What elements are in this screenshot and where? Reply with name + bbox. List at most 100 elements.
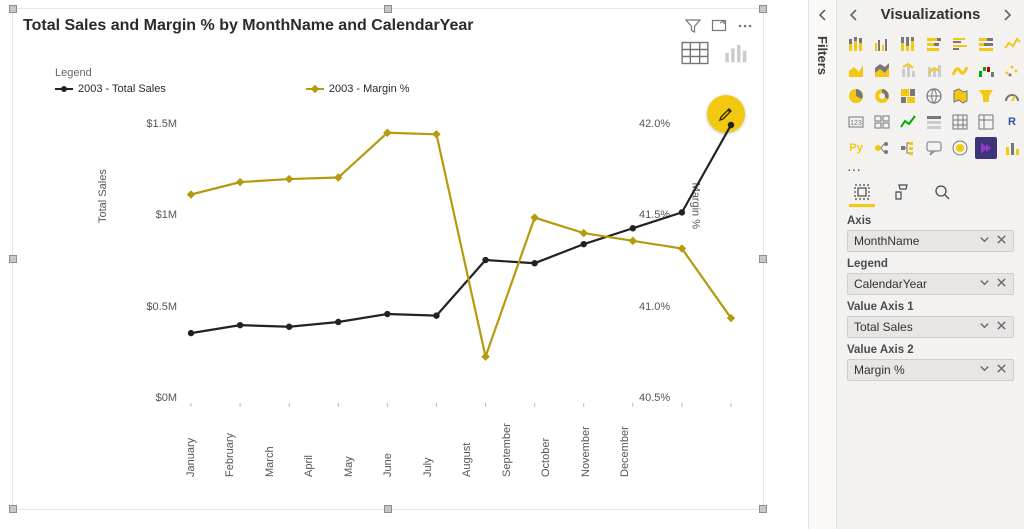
data-point[interactable] (286, 324, 292, 330)
data-point[interactable] (530, 213, 538, 221)
data-point[interactable] (188, 330, 194, 336)
expand-filters-icon[interactable] (816, 8, 830, 22)
x-tick: June (382, 465, 394, 477)
viz-type-slicer[interactable] (923, 111, 945, 133)
analytics-tab[interactable] (931, 181, 953, 203)
viz-type-hbars-stacked[interactable] (923, 33, 945, 55)
legend-entry[interactable]: 2003 - Margin % (306, 83, 410, 95)
chart-visual-frame[interactable]: Total Sales and Margin % by MonthName an… (12, 8, 764, 510)
well-value: MonthName (854, 234, 919, 248)
remove-field-icon[interactable] (996, 320, 1007, 334)
viz-type-py[interactable]: Py (845, 137, 867, 159)
viz-type-card[interactable]: 123 (845, 111, 867, 133)
data-point[interactable] (581, 241, 587, 247)
viz-type-tree[interactable] (897, 85, 919, 107)
viz-type-kpi[interactable] (897, 111, 919, 133)
resize-handle[interactable] (759, 505, 767, 513)
data-point[interactable] (335, 319, 341, 325)
data-point[interactable] (579, 229, 587, 237)
data-point[interactable] (433, 312, 439, 318)
data-point[interactable] (629, 237, 637, 245)
data-point[interactable] (481, 352, 489, 360)
resize-handle[interactable] (9, 255, 17, 263)
filters-pane-collapsed[interactable]: Filters (808, 0, 836, 529)
chart-title: Total Sales and Margin % by MonthName an… (23, 17, 473, 35)
format-tab[interactable] (891, 181, 913, 203)
chevron-left-icon[interactable] (847, 8, 861, 22)
well-value-axis-1[interactable]: Total Sales (847, 316, 1014, 338)
more-visuals-icon[interactable]: ··· (837, 161, 1024, 179)
resize-handle[interactable] (759, 255, 767, 263)
viz-type-filled-map[interactable] (949, 85, 971, 107)
resize-handle[interactable] (384, 505, 392, 513)
data-point[interactable] (236, 178, 244, 186)
viz-type-gauge[interactable] (1001, 85, 1023, 107)
chevron-down-icon[interactable] (979, 277, 990, 291)
viz-type-matrix[interactable] (975, 111, 997, 133)
table-view-icon[interactable] (681, 41, 709, 65)
viz-type-pie[interactable] (845, 85, 867, 107)
viz-type-waterfall[interactable] (975, 59, 997, 81)
viz-type-area[interactable] (845, 59, 867, 81)
data-point[interactable] (728, 122, 734, 128)
resize-handle[interactable] (9, 505, 17, 513)
data-point[interactable] (482, 257, 488, 263)
y-left-tick: $0.5M (146, 302, 177, 313)
chevron-down-icon[interactable] (979, 363, 990, 377)
x-tick: December (619, 465, 631, 477)
data-point[interactable] (432, 130, 440, 138)
well-value-axis-2[interactable]: Margin % (847, 359, 1014, 381)
viz-type-line[interactable] (1001, 33, 1023, 55)
remove-field-icon[interactable] (996, 234, 1007, 248)
x-tick: September (501, 465, 513, 477)
viz-type-decomp[interactable] (897, 137, 919, 159)
viz-type-area-stacked[interactable] (871, 59, 893, 81)
chevron-down-icon[interactable] (979, 320, 990, 334)
remove-field-icon[interactable] (996, 363, 1007, 377)
viz-type-combo2[interactable] (923, 59, 945, 81)
data-point[interactable] (237, 322, 243, 328)
resize-handle[interactable] (759, 5, 767, 13)
chevron-right-icon[interactable] (1000, 8, 1014, 22)
well-legend[interactable]: CalendarYear (847, 273, 1014, 295)
viz-type-qa[interactable] (923, 137, 945, 159)
viz-type-r[interactable]: R (1001, 111, 1023, 133)
data-point[interactable] (531, 260, 537, 266)
viz-type-bars-stacked[interactable] (845, 33, 867, 55)
data-point[interactable] (285, 175, 293, 183)
viz-type-custom[interactable] (1001, 137, 1023, 159)
viz-type-hbars-100[interactable] (975, 33, 997, 55)
data-point[interactable] (384, 311, 390, 317)
filter-icon[interactable] (685, 18, 701, 34)
more-options-icon[interactable] (737, 18, 753, 34)
viz-type-map[interactable] (923, 85, 945, 107)
focus-mode-icon[interactable] (711, 18, 727, 34)
viz-type-hbars-grouped[interactable] (949, 33, 971, 55)
chevron-down-icon[interactable] (979, 234, 990, 248)
data-point[interactable] (679, 209, 685, 215)
resize-handle[interactable] (9, 5, 17, 13)
well-axis[interactable]: MonthName (847, 230, 1014, 252)
viz-type-combo1[interactable] (897, 59, 919, 81)
viz-type-ribbon[interactable] (949, 59, 971, 81)
data-point[interactable] (630, 225, 636, 231)
fields-tab[interactable] (851, 181, 873, 203)
viz-type-multi-card[interactable] (871, 111, 893, 133)
resize-handle[interactable] (384, 5, 392, 13)
chart-view-icon[interactable] (723, 41, 751, 65)
remove-field-icon[interactable] (996, 277, 1007, 291)
viz-type-key-influencers[interactable] (871, 137, 893, 159)
data-point[interactable] (187, 190, 195, 198)
viz-type-donut[interactable] (871, 85, 893, 107)
filters-label: Filters (815, 36, 830, 75)
y-axis-left-title: Total Sales (97, 169, 109, 223)
viz-type-bars-grouped[interactable] (871, 33, 893, 55)
viz-type-powerapps[interactable] (975, 137, 997, 159)
legend-entry[interactable]: 2003 - Total Sales (55, 83, 166, 95)
viz-type-funnel[interactable] (975, 85, 997, 107)
viz-type-bars-100[interactable] (897, 33, 919, 55)
report-canvas[interactable]: Total Sales and Margin % by MonthName an… (0, 0, 800, 529)
viz-type-paginate[interactable] (949, 137, 971, 159)
viz-type-scatter[interactable] (1001, 59, 1023, 81)
viz-type-table[interactable] (949, 111, 971, 133)
